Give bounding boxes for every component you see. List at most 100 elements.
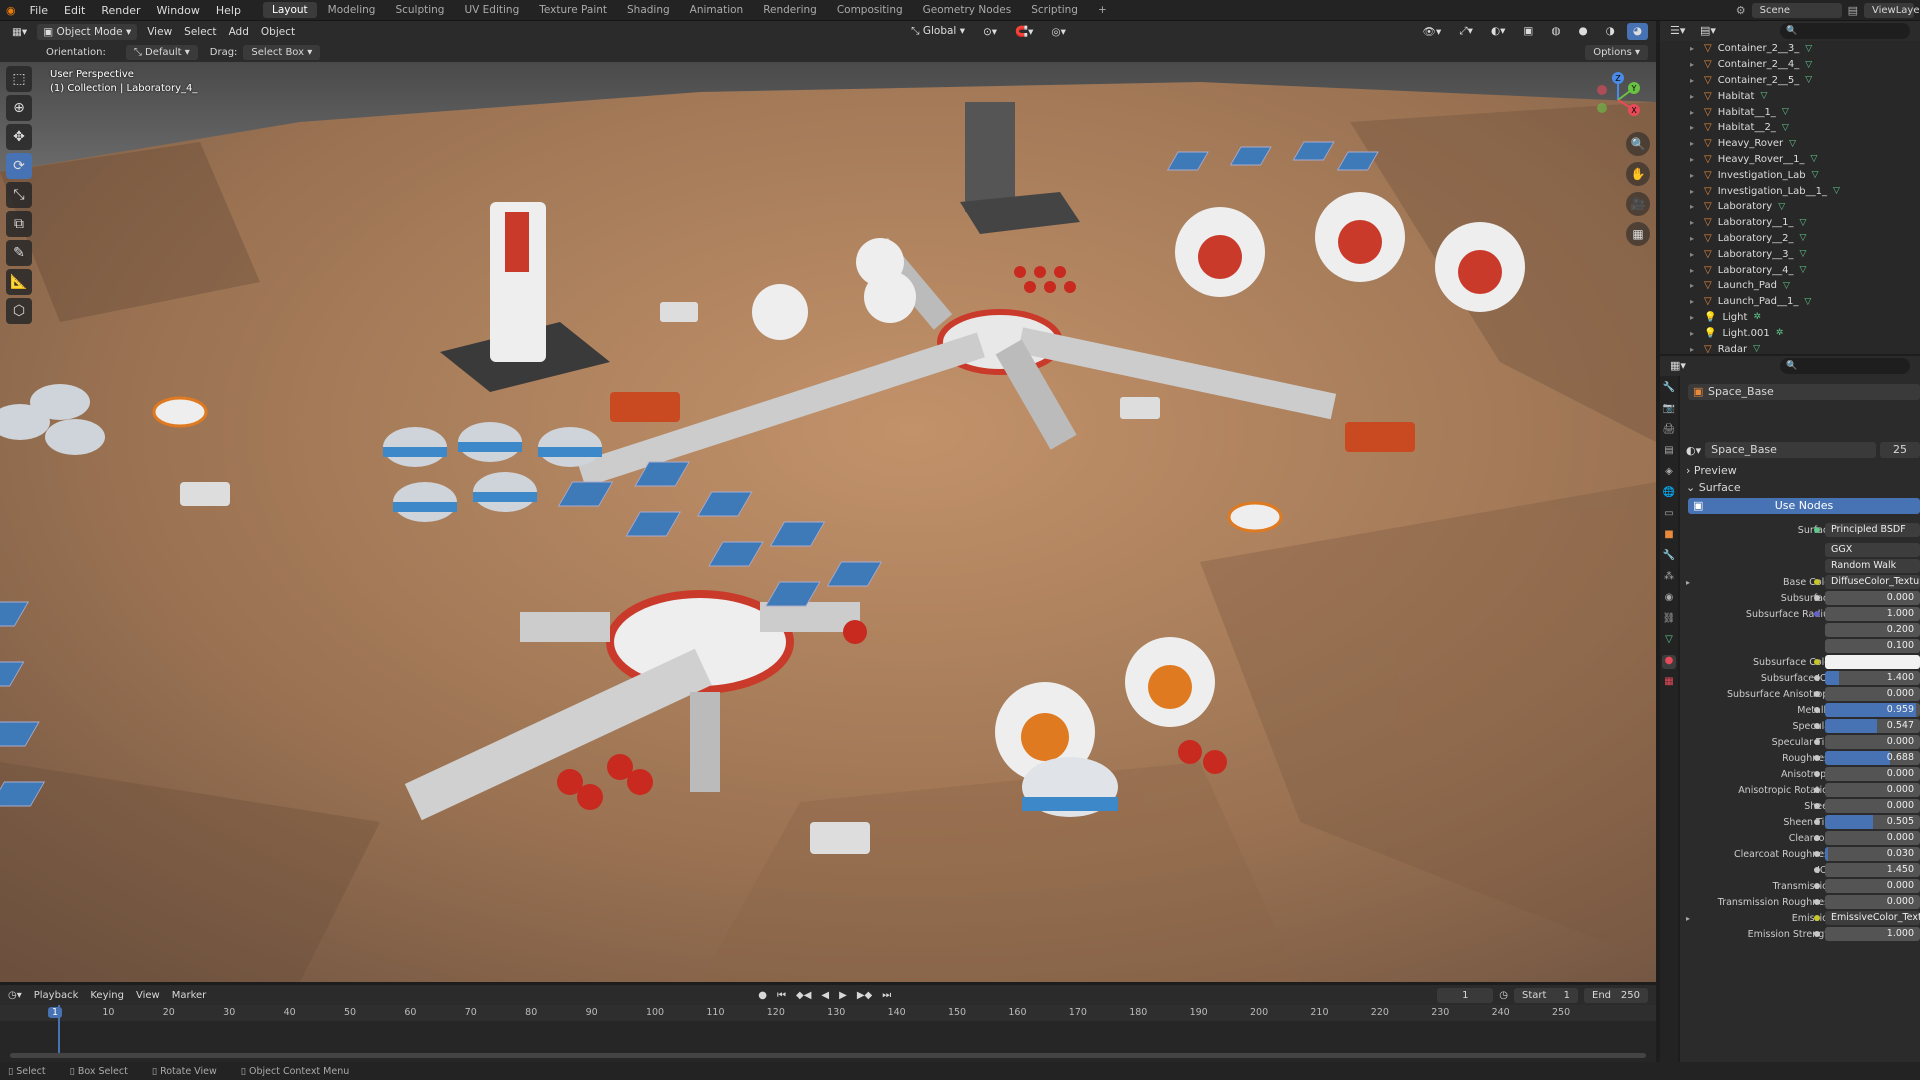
shading-wireframe-icon[interactable]: ◍ [1545, 23, 1566, 40]
properties-search-input[interactable]: 🔍 [1780, 358, 1910, 374]
object-tab-icon[interactable]: ■ [1662, 529, 1676, 543]
outliner-item[interactable]: ▸ ▽ Heavy_Rover__1_ ▽ [1660, 152, 1920, 168]
expand-arrow-icon[interactable]: ▸ [1686, 578, 1690, 587]
texture-tab-icon[interactable]: ▦ [1662, 676, 1676, 690]
play-icon[interactable]: ▶ [839, 990, 847, 1001]
prop-value-slider[interactable]: 0.688 [1825, 751, 1920, 765]
socket-dot-icon[interactable] [1814, 707, 1820, 713]
color-swatch[interactable] [1825, 655, 1920, 669]
menu-edit[interactable]: Edit [56, 4, 93, 17]
socket-dot-icon[interactable] [1814, 835, 1820, 841]
expand-arrow-icon[interactable]: ▸ [1690, 108, 1698, 117]
expand-arrow-icon[interactable]: ▸ [1690, 218, 1698, 227]
outliner-item[interactable]: ▸ ▽ Container_2__4_ ▽ [1660, 57, 1920, 73]
prop-value-slider[interactable]: 0.200 [1825, 623, 1920, 637]
properties-editor-icon[interactable]: ▦▾ [1670, 359, 1686, 372]
expand-arrow-icon[interactable]: ▸ [1690, 44, 1698, 53]
prop-value-slider[interactable]: 0.000 [1825, 831, 1920, 845]
scene-selector[interactable]: Scene [1751, 2, 1842, 18]
rotate-icon[interactable]: ⟳ [6, 153, 32, 179]
expand-arrow-icon[interactable]: ▸ [1690, 329, 1698, 338]
play-reverse-icon[interactable]: ◀ [821, 990, 829, 1001]
pan-hand-icon[interactable]: ✋ [1626, 162, 1650, 186]
socket-dot-icon[interactable] [1814, 915, 1820, 921]
viewport-menu-object[interactable]: Object [255, 24, 301, 40]
record-icon[interactable]: ● [758, 990, 767, 1001]
xray-icon[interactable]: ▣ [1517, 23, 1539, 40]
transform-orientation[interactable]: ⤡ Global ▾ [905, 23, 971, 40]
menu-help[interactable]: Help [208, 4, 249, 17]
particles-tab-icon[interactable]: ⁂ [1662, 571, 1676, 585]
timeline-menu-keying[interactable]: Keying [90, 990, 124, 1001]
menu-file[interactable]: File [22, 4, 56, 17]
expand-arrow-icon[interactable]: ▸ [1686, 914, 1690, 923]
workspace-tab-scripting[interactable]: Scripting [1022, 2, 1087, 18]
gizmo-toggle-icon[interactable]: ⤢▾ [1453, 23, 1479, 40]
outliner-item[interactable]: ▸ ▽ Habitat__2_ ▽ [1660, 120, 1920, 136]
outliner-item[interactable]: ▸ ▽ Habitat__1_ ▽ [1660, 104, 1920, 120]
socket-dot-icon[interactable] [1814, 739, 1820, 745]
prop-value-slider[interactable]: 0.505 [1825, 815, 1920, 829]
expand-arrow-icon[interactable]: ▸ [1690, 313, 1698, 322]
visibility-icon[interactable]: 👁▾ [1417, 23, 1448, 40]
socket-dot-icon[interactable] [1814, 851, 1820, 857]
material-users-count[interactable]: 25 [1880, 442, 1920, 458]
workspace-tab-sculpting[interactable]: Sculpting [386, 2, 453, 18]
outliner-item[interactable]: ▸ ▽ Investigation_Lab__1_ ▽ [1660, 183, 1920, 199]
transform-icon[interactable]: ⧉ [6, 211, 32, 237]
zoom-icon[interactable]: 🔍 [1626, 132, 1650, 156]
view-layer-tab-icon[interactable]: ▤ [1662, 445, 1676, 459]
object-name-field[interactable]: ▣ Space_Base [1688, 384, 1920, 400]
scale-icon[interactable]: ⤡ [6, 182, 32, 208]
shading-solid-icon[interactable]: ● [1572, 23, 1593, 40]
socket-dot-icon[interactable] [1814, 883, 1820, 889]
move-icon[interactable]: ✥ [6, 124, 32, 150]
data-tab-icon[interactable]: ▽ [1662, 634, 1676, 648]
camera-icon[interactable]: 🎥 [1626, 192, 1650, 216]
render-tab-icon[interactable]: 📷 [1662, 403, 1676, 417]
jump-start-icon[interactable]: ⏮ [777, 990, 786, 1001]
prop-value-slider[interactable]: 0.000 [1825, 895, 1920, 909]
use-nodes-button[interactable]: ▣ Use Nodes [1688, 498, 1920, 514]
display-mode-icon[interactable]: ▤▾ [1700, 24, 1716, 37]
add-cube-icon[interactable]: ⬡ [6, 298, 32, 324]
properties-editor[interactable]: ▣ Space_Base ◐▾ Space_Base 25 › Preview ⌄… [1680, 376, 1920, 1062]
overlay-toggle-icon[interactable]: ◐▾ [1485, 23, 1511, 40]
editor-type-icon[interactable]: ▦▾ [6, 24, 33, 40]
surface-shader-field[interactable]: Principled BSDF [1825, 523, 1920, 537]
timeline-menu-playback[interactable]: Playback [34, 990, 79, 1001]
distribution-dropdown[interactable]: GGX [1825, 543, 1920, 557]
outliner-editor-icon[interactable]: ☰▾ [1670, 24, 1685, 37]
expand-arrow-icon[interactable]: ▸ [1690, 187, 1698, 196]
navigation-gizmo[interactable]: Z Y X [1590, 70, 1646, 126]
shading-material-icon[interactable]: ◑ [1600, 23, 1621, 40]
workspace-tab-shading[interactable]: Shading [618, 2, 679, 18]
orientation-dropdown[interactable]: ⤡ Default ▾ [125, 44, 198, 60]
snap-icon[interactable]: 🧲▾ [1009, 23, 1039, 40]
view-layer-selector[interactable]: ViewLayer [1864, 2, 1920, 18]
outliner-item[interactable]: ▸ 💡 Light.001 ✲ [1660, 325, 1920, 341]
expand-arrow-icon[interactable]: ▸ [1690, 266, 1698, 275]
playhead[interactable] [58, 1005, 60, 1055]
workspace-tab-texture-paint[interactable]: Texture Paint [530, 2, 616, 18]
output-tab-icon[interactable]: 🖨 [1662, 424, 1676, 438]
expand-arrow-icon[interactable]: ▸ [1690, 60, 1698, 69]
expand-arrow-icon[interactable]: ▸ [1690, 234, 1698, 243]
socket-dot-icon[interactable] [1814, 675, 1820, 681]
start-frame-field[interactable]: Start 1 [1514, 987, 1578, 1003]
expand-arrow-icon[interactable]: ▸ [1690, 345, 1698, 354]
prop-value-slider[interactable]: 0.030 [1825, 847, 1920, 861]
tool-tab-icon[interactable]: 🔧 [1662, 382, 1676, 396]
expand-arrow-icon[interactable]: ▸ [1690, 76, 1698, 85]
physics-tab-icon[interactable]: ◉ [1662, 592, 1676, 606]
pivot-icon[interactable]: ⊙▾ [977, 24, 1003, 40]
outliner-item[interactable]: ▸ ▽ Laboratory__2_ ▽ [1660, 231, 1920, 247]
prop-value-slider[interactable]: 0.000 [1825, 783, 1920, 797]
mode-selector[interactable]: ▣ Object Mode ▾ [37, 23, 138, 40]
socket-dot-icon[interactable] [1814, 611, 1820, 617]
modifier-tab-icon[interactable]: 🔧 [1662, 550, 1676, 564]
prop-value-slider[interactable]: 1.000 [1825, 927, 1920, 941]
socket-dot-icon[interactable] [1814, 691, 1820, 697]
outliner-item[interactable]: ▸ ▽ Heavy_Rover ▽ [1660, 136, 1920, 152]
outliner-item[interactable]: ▸ ▽ Launch_Pad__1_ ▽ [1660, 294, 1920, 310]
